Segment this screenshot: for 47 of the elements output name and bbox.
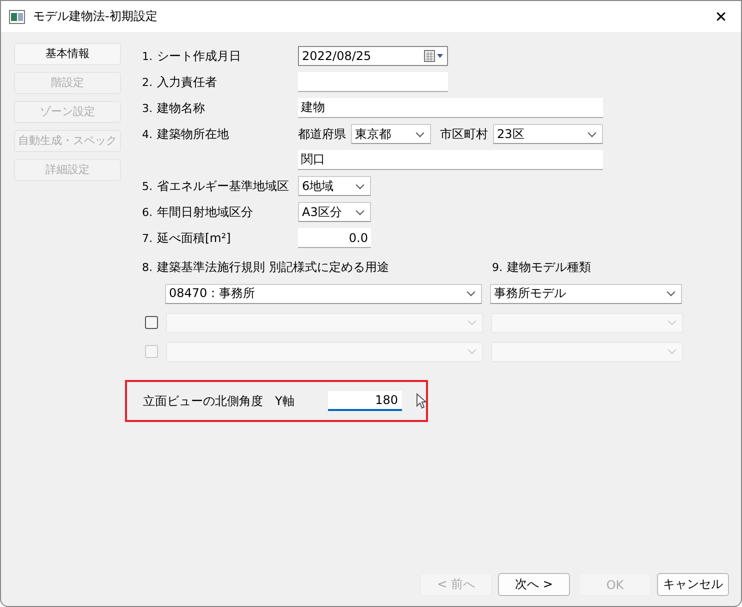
- field-label: 建築基準法施行規則 別記様式に定める用途: [157, 258, 390, 276]
- field-number: 8.: [142, 260, 154, 274]
- field-number: 2.: [142, 76, 154, 88]
- use-dropdown[interactable]: [166, 342, 483, 362]
- cursor-icon: [416, 393, 426, 409]
- dialog-button[interactable]: キャンセル: [657, 573, 729, 596]
- angle-field[interactable]: 180: [328, 391, 402, 411]
- field-number: 6.: [142, 206, 154, 218]
- text-field[interactable]: [298, 72, 448, 92]
- text-field[interactable]: 建物: [298, 98, 603, 118]
- dropdown[interactable]: 6地域: [298, 176, 371, 196]
- city-dropdown[interactable]: 23区: [493, 124, 603, 144]
- field-label: 延べ面積[m²]: [157, 230, 232, 246]
- prefecture-label: 都道府県: [298, 126, 346, 142]
- city-label: 市区町村: [440, 126, 488, 142]
- dropdown[interactable]: A3区分: [298, 202, 371, 222]
- date-picker[interactable]: 2022/08/25: [298, 46, 448, 66]
- field-number: 5.: [142, 180, 154, 192]
- use-dropdown[interactable]: [166, 312, 483, 332]
- field-number: 7.: [142, 232, 154, 244]
- checkbox[interactable]: [145, 316, 158, 329]
- dialog-button[interactable]: 次へ >: [498, 573, 570, 596]
- field-number: 3.: [142, 102, 154, 114]
- field-label: 年間日射地域区分: [157, 204, 254, 220]
- field-number: 4.: [142, 128, 154, 140]
- window-title: モデル建物法-初期設定: [33, 8, 158, 25]
- prefecture-dropdown[interactable]: 東京都: [351, 124, 431, 144]
- field-label: 建築物所在地: [157, 126, 230, 142]
- window-icon: [9, 10, 25, 24]
- field-label: シート作成月日: [157, 48, 242, 64]
- axis-label: Y軸: [275, 392, 294, 410]
- north-angle-label: 立面ビューの北側角度: [143, 392, 263, 410]
- model-dropdown[interactable]: [491, 312, 683, 332]
- field-label: 建物モデル種類: [507, 258, 591, 276]
- sidebar-tab[interactable]: 基本情報: [14, 43, 121, 65]
- field-label: 入力責任者: [157, 74, 218, 90]
- calendar-icon: [424, 50, 444, 62]
- field-number: 9.: [492, 260, 504, 274]
- use-dropdown[interactable]: 08470：事務所: [165, 284, 482, 304]
- number-field[interactable]: 0.0: [298, 228, 371, 248]
- field-label: 省エネルギー基準地域区: [157, 178, 290, 194]
- model-dropdown[interactable]: [491, 342, 683, 362]
- model-dropdown[interactable]: 事務所モデル: [490, 284, 682, 304]
- address-field[interactable]: 関口: [298, 150, 603, 170]
- close-button[interactable]: ✕: [701, 1, 741, 32]
- field-label: 建物名称: [157, 100, 206, 116]
- field-number: 1.: [142, 50, 154, 62]
